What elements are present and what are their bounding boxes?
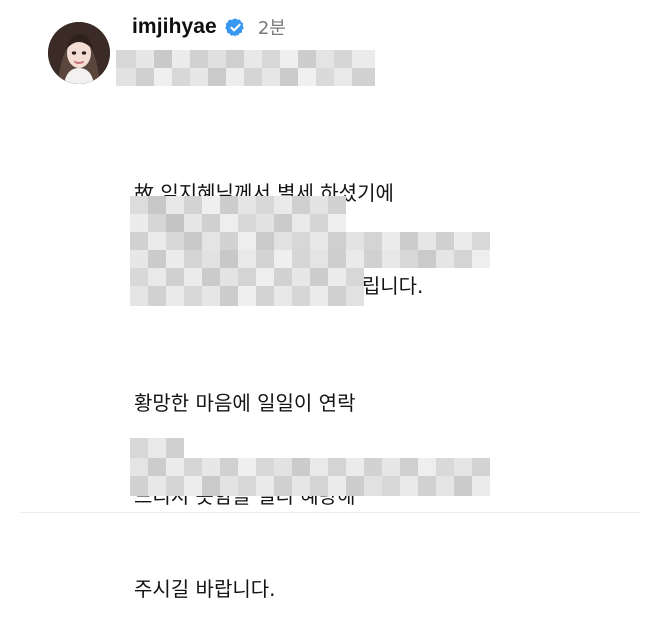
redacted-text-block-1 (116, 50, 375, 86)
obituary-line-5: 주시길 바랍니다. (134, 577, 276, 601)
verified-badge-icon (225, 17, 246, 38)
redacted-text-block-2 (130, 196, 490, 306)
obituary-line-3: 황망한 마음에 일일이 연락 (134, 391, 356, 415)
post-time: 2분 (257, 18, 286, 39)
redacted-text-block-3 (130, 438, 490, 496)
post-divider (20, 512, 640, 513)
post-header: imjihyae 2분 (132, 12, 286, 42)
username[interactable]: imjihyae (132, 15, 217, 39)
profile-avatar[interactable] (48, 22, 110, 84)
avatar-image (48, 22, 110, 84)
